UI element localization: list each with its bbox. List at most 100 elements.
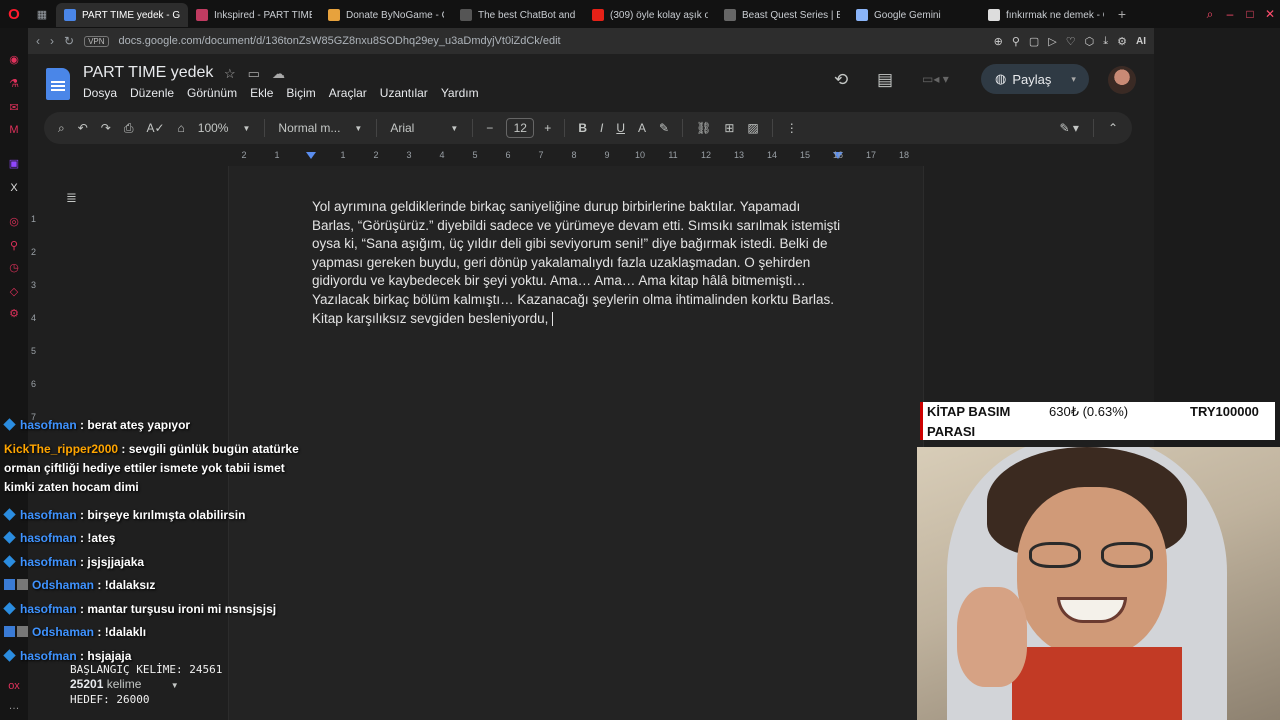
decrease-font-icon[interactable]: − bbox=[486, 121, 493, 135]
close-window-icon[interactable]: ✕ bbox=[1260, 7, 1280, 21]
underline-icon[interactable]: U bbox=[616, 121, 625, 135]
reload-icon[interactable]: ↻ bbox=[64, 34, 74, 48]
new-tab-icon[interactable]: + bbox=[1112, 6, 1132, 22]
sidebar-settings-icon[interactable]: ⚙ bbox=[8, 308, 20, 320]
menu-item[interactable]: Görünüm bbox=[187, 86, 237, 100]
vertical-ruler-tick-label: 4 bbox=[31, 313, 37, 323]
font-value: Arial bbox=[390, 121, 415, 135]
word-count-badge[interactable]: 25201 kelime ▼ bbox=[70, 677, 179, 691]
italic-icon[interactable]: I bbox=[600, 121, 603, 135]
sidebar-ox-icon[interactable]: ox bbox=[8, 680, 20, 692]
snapshot-icon[interactable]: ▢ bbox=[1029, 35, 1039, 48]
menu-item[interactable]: Biçim bbox=[286, 86, 315, 100]
sidebar-messenger-icon[interactable]: ✉ bbox=[8, 102, 20, 114]
style-select[interactable]: Normal m... ▼ bbox=[278, 121, 362, 135]
cloud-status-icon[interactable]: ☁ bbox=[272, 66, 285, 82]
vertical-ruler-tick-label: 5 bbox=[31, 346, 37, 356]
comments-icon[interactable]: ▤ bbox=[877, 70, 893, 90]
meet-icon[interactable]: ▭◂ ▾ bbox=[922, 72, 949, 86]
download-icon[interactable]: ⤓ bbox=[1103, 35, 1108, 48]
browser-tab[interactable]: (309) öyle kolay aşık o bbox=[584, 3, 716, 27]
search-menus-icon[interactable]: ⌕ bbox=[58, 121, 65, 136]
divider bbox=[264, 119, 266, 137]
vpn-badge[interactable]: VPN bbox=[84, 35, 109, 47]
browser-tab[interactable]: PART TIME yedek - Google bbox=[56, 3, 188, 27]
spellcheck-icon[interactable]: A✓ bbox=[146, 121, 164, 135]
menu-item[interactable]: Düzenle bbox=[130, 86, 174, 100]
increase-font-icon[interactable]: + bbox=[544, 121, 551, 135]
browser-tab[interactable]: The best ChatBot and bbox=[452, 3, 584, 27]
redo-icon[interactable]: ↷ bbox=[101, 121, 111, 135]
zoom-icon[interactable]: ⊕ bbox=[994, 35, 1003, 48]
editing-mode-icon[interactable]: ✎ ▾ bbox=[1060, 121, 1079, 135]
document-page[interactable]: Yol ayrımına geldiklerinde birkaç saniye… bbox=[228, 166, 924, 720]
highlight-icon[interactable]: ✎ bbox=[659, 121, 669, 135]
account-avatar[interactable] bbox=[1108, 66, 1136, 94]
star-icon[interactable]: ☆ bbox=[224, 66, 236, 82]
document-title[interactable]: PART TIME yedek bbox=[83, 64, 213, 82]
more-icon[interactable]: ⋮ bbox=[786, 121, 798, 135]
pin-icon[interactable]: ⚲ bbox=[1012, 35, 1020, 48]
play-icon[interactable]: ▷ bbox=[1048, 35, 1056, 48]
menu-item[interactable]: Uzantılar bbox=[380, 86, 428, 100]
sidebar-mail-icon[interactable]: M bbox=[8, 124, 20, 136]
vertical-ruler-tick-label: 2 bbox=[31, 247, 37, 257]
workspaces-icon[interactable]: ▦ bbox=[28, 0, 56, 28]
bold-icon[interactable]: B bbox=[578, 121, 587, 135]
image-icon[interactable]: ▨ bbox=[747, 121, 758, 135]
minimize-icon[interactable]: – bbox=[1220, 7, 1240, 21]
ruler-tick-label: 2 bbox=[241, 150, 247, 160]
browser-tab[interactable]: Inkspired - PART TIME bbox=[188, 3, 320, 27]
menu-item[interactable]: Dosya bbox=[83, 86, 117, 100]
opera-logo-icon[interactable]: O bbox=[0, 0, 28, 28]
start-word-count: BAŞLANGIÇ KELİME: 24561 bbox=[70, 663, 223, 676]
browser-tab[interactable]: fınkırmak ne demek - G bbox=[980, 3, 1112, 27]
paint-format-icon[interactable]: ⌂ bbox=[178, 121, 185, 135]
gemini-icon bbox=[856, 9, 868, 21]
sidebar-aria-icon[interactable]: ◉ bbox=[8, 54, 20, 66]
window-controls: ⌕ – □ ✕ bbox=[1200, 0, 1280, 28]
sidebar-cube-icon[interactable]: ◇ bbox=[8, 286, 20, 298]
bookmark-icon[interactable]: ♡ bbox=[1066, 35, 1076, 48]
undo-icon[interactable]: ↶ bbox=[78, 121, 88, 135]
text-color-icon[interactable]: A bbox=[638, 121, 646, 135]
move-folder-icon[interactable]: ▭ bbox=[248, 66, 260, 82]
menu-item[interactable]: Yardım bbox=[441, 86, 479, 100]
zoom-select[interactable]: 100% ▼ bbox=[198, 121, 251, 135]
sidebar-pin-icon[interactable]: ⚲ bbox=[8, 240, 20, 252]
font-select[interactable]: Arial ▼ bbox=[390, 121, 458, 135]
sidebar-x-icon[interactable]: X bbox=[8, 182, 20, 194]
extensions-icon[interactable]: ⬡ bbox=[1085, 35, 1095, 48]
sidebar-tool-icon[interactable]: ⚗ bbox=[8, 78, 20, 90]
font-size-input[interactable]: 12 bbox=[506, 118, 535, 138]
docs-logo-icon[interactable] bbox=[46, 68, 70, 100]
sidebar-more-icon[interactable]: … bbox=[8, 700, 20, 712]
menu-item[interactable]: Araçlar bbox=[329, 86, 367, 100]
back-icon[interactable]: ‹ bbox=[36, 34, 40, 48]
left-indent-marker[interactable] bbox=[306, 152, 316, 159]
webcam-glasses bbox=[1029, 542, 1157, 570]
text-cursor bbox=[552, 312, 554, 326]
browser-tab[interactable]: Donate ByNoGame - C bbox=[320, 3, 452, 27]
browser-tab[interactable]: Beast Quest Series | B bbox=[716, 3, 848, 27]
document-outline-icon[interactable]: ≣ bbox=[66, 190, 77, 206]
forward-icon[interactable]: › bbox=[50, 34, 54, 48]
sidebar-history-icon[interactable]: ◷ bbox=[8, 262, 20, 274]
maximize-icon[interactable]: □ bbox=[1240, 7, 1260, 21]
search-tabs-icon[interactable]: ⌕ bbox=[1200, 7, 1220, 22]
print-icon[interactable]: ⎙ bbox=[124, 121, 134, 136]
sidebar-twitch-icon[interactable]: ▣ bbox=[8, 158, 20, 170]
collapse-menus-icon[interactable]: ⌃ bbox=[1108, 121, 1118, 135]
url-field[interactable]: docs.google.com/document/d/136tonZsW85GZ… bbox=[119, 35, 561, 47]
version-history-icon[interactable]: ⟲ bbox=[834, 70, 848, 90]
comment-add-icon[interactable]: ⊞ bbox=[724, 121, 734, 135]
link-icon[interactable]: ⛓ bbox=[696, 121, 711, 135]
browser-tab[interactable]: Google Gemini bbox=[848, 3, 980, 27]
ai-button[interactable]: AI bbox=[1136, 36, 1146, 47]
share-button[interactable]: ◍ Paylaş ▾ bbox=[981, 64, 1089, 94]
menu-item[interactable]: Ekle bbox=[250, 86, 273, 100]
document-body[interactable]: Yol ayrımına geldiklerinde birkaç saniye… bbox=[312, 198, 842, 328]
sidebar-player-icon[interactable]: ◎ bbox=[8, 216, 20, 228]
settings-icon[interactable]: ⚙ bbox=[1117, 35, 1127, 48]
horizontal-ruler[interactable]: 2 1 1 2 3 4 5 6 7 8 9 10 11 12 13 14 15 16 17 18 bbox=[228, 148, 924, 164]
